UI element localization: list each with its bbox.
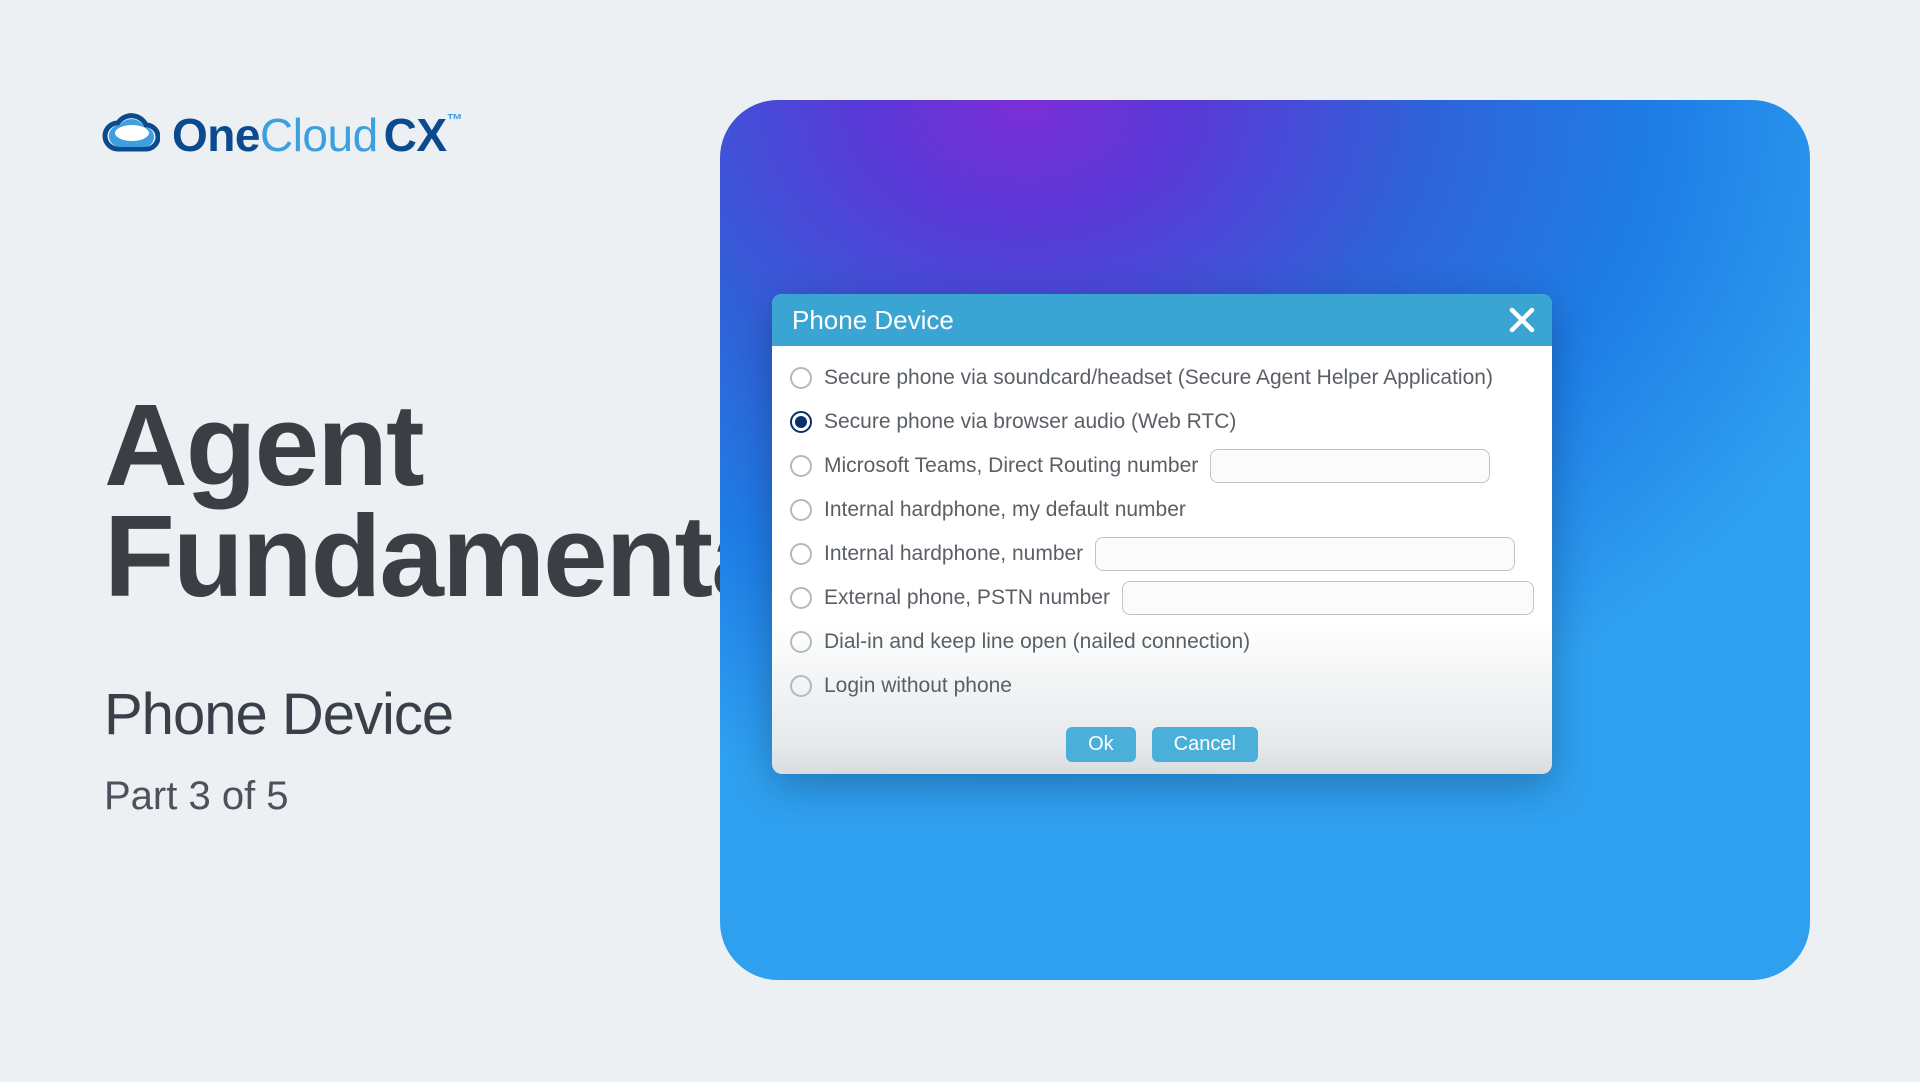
- radio-row: Secure phone via browser audio (Web RTC): [790, 400, 1534, 444]
- feature-card: Phone Device Secure phone via soundcard/…: [720, 100, 1810, 980]
- radio-button[interactable]: [790, 631, 812, 653]
- radio-button[interactable]: [790, 543, 812, 565]
- radio-row: Internal hardphone, my default number: [790, 488, 1534, 532]
- radio-label: Secure phone via browser audio (Web RTC): [824, 410, 1236, 434]
- close-icon[interactable]: [1506, 304, 1538, 336]
- radio-button[interactable]: [790, 411, 812, 433]
- radio-label: Login without phone: [824, 674, 1012, 698]
- radio-label: External phone, PSTN number: [824, 586, 1110, 610]
- radio-label: Secure phone via soundcard/headset (Secu…: [824, 366, 1493, 390]
- radio-button[interactable]: [790, 499, 812, 521]
- radio-label: Internal hardphone, number: [824, 542, 1083, 566]
- radio-row: Microsoft Teams, Direct Routing number: [790, 444, 1534, 488]
- radio-button[interactable]: [790, 455, 812, 477]
- brand-logo: OneCloudCX™: [100, 108, 462, 162]
- radio-dot-icon: [795, 416, 807, 428]
- radio-row: External phone, PSTN number: [790, 576, 1534, 620]
- radio-row: Secure phone via soundcard/headset (Secu…: [790, 356, 1534, 400]
- cancel-button[interactable]: Cancel: [1152, 727, 1258, 762]
- cloud-icon: [100, 111, 160, 159]
- radio-row: Internal hardphone, number: [790, 532, 1534, 576]
- radio-row: Dial-in and keep line open (nailed conne…: [790, 620, 1534, 664]
- radio-input[interactable]: [1210, 449, 1490, 483]
- phone-device-dialog: Phone Device Secure phone via soundcard/…: [772, 294, 1552, 774]
- brand-text: OneCloudCX™: [172, 108, 462, 162]
- radio-input[interactable]: [1122, 581, 1534, 615]
- ok-button[interactable]: Ok: [1066, 727, 1136, 762]
- radio-label: Microsoft Teams, Direct Routing number: [824, 454, 1198, 478]
- dialog-body: Secure phone via soundcard/headset (Secu…: [772, 346, 1552, 714]
- dialog-title: Phone Device: [792, 305, 954, 336]
- radio-button[interactable]: [790, 675, 812, 697]
- radio-button[interactable]: [790, 587, 812, 609]
- dialog-footer: Ok Cancel: [772, 714, 1552, 774]
- radio-row: Login without phone: [790, 664, 1534, 708]
- dialog-header: Phone Device: [772, 294, 1552, 346]
- radio-input[interactable]: [1095, 537, 1515, 571]
- radio-label: Dial-in and keep line open (nailed conne…: [824, 630, 1250, 654]
- radio-label: Internal hardphone, my default number: [824, 498, 1186, 522]
- radio-button[interactable]: [790, 367, 812, 389]
